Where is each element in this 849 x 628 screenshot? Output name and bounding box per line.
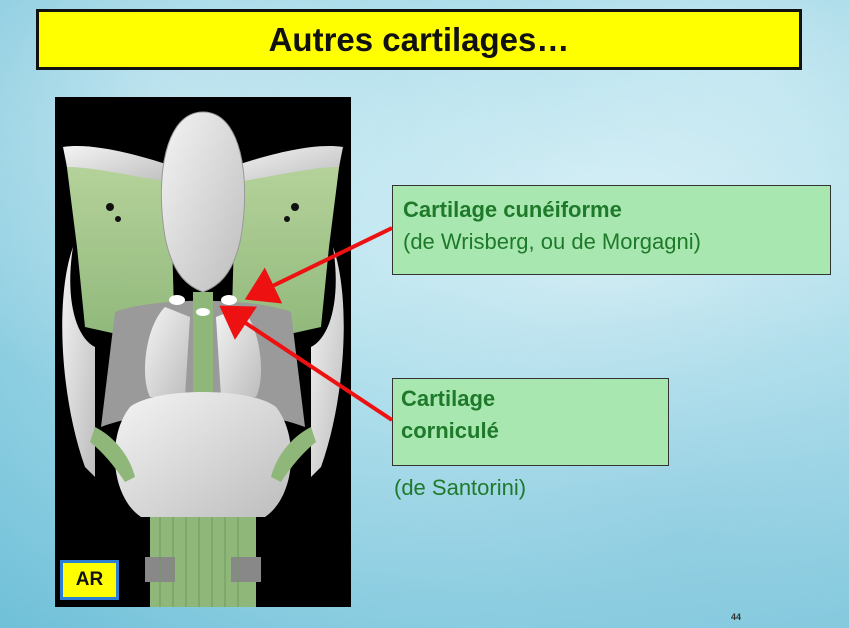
cuneiform-arrow (244, 226, 393, 304)
page-number: 44 (731, 612, 742, 622)
corniculate-arrow (219, 305, 394, 422)
pointer-arrows (219, 226, 394, 422)
